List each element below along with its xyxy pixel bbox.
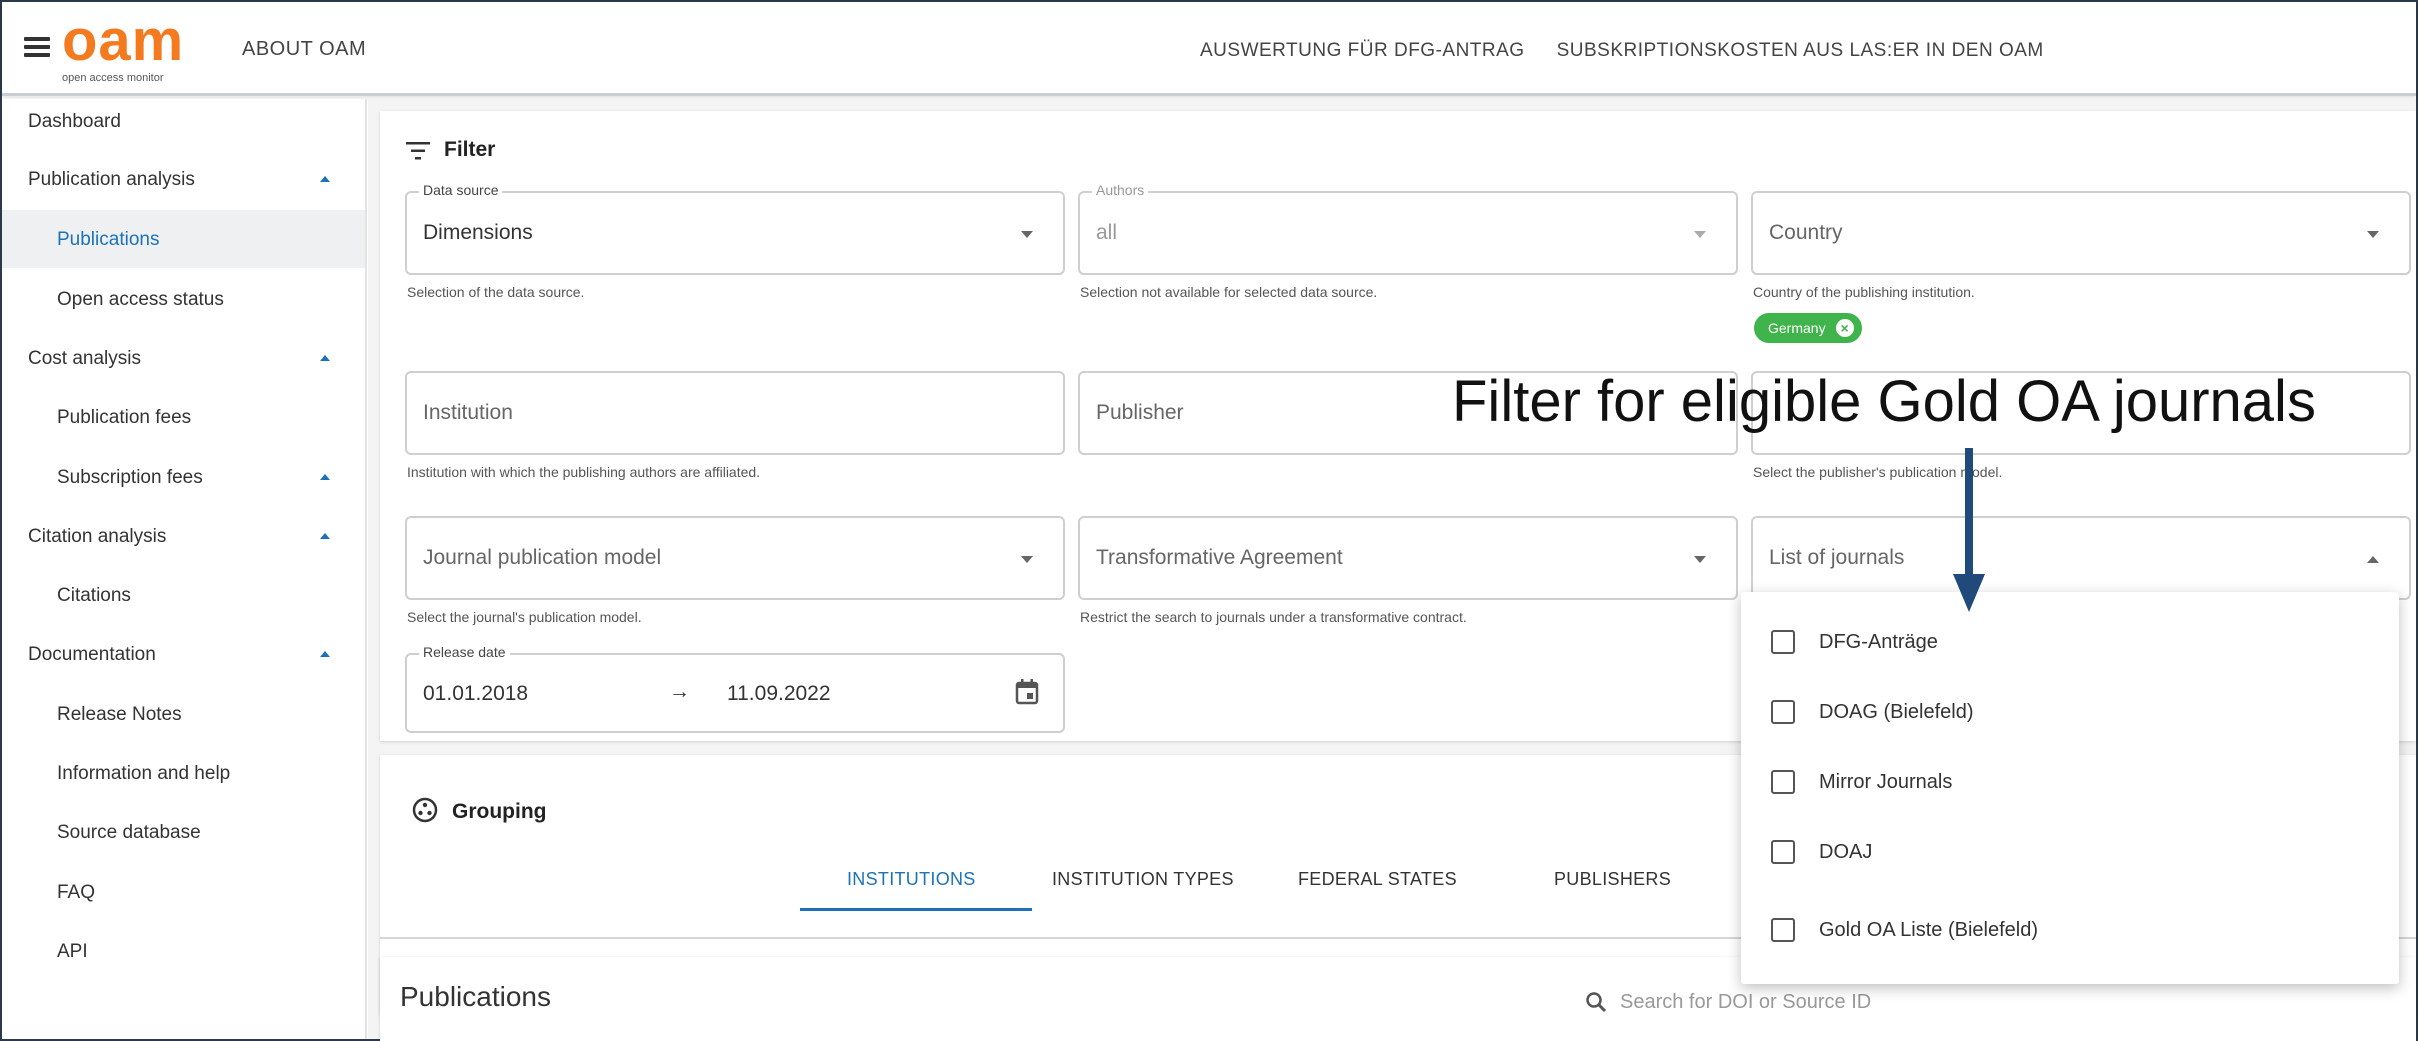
- dropdown-arrow-icon: [1694, 556, 1706, 563]
- country-placeholder: Country: [1769, 221, 1843, 244]
- tab-federal-states[interactable]: FEDERAL STATES: [1298, 869, 1457, 890]
- institution-placeholder: Institution: [423, 401, 513, 424]
- option-label: DFG-Anträge: [1819, 630, 1938, 653]
- sidebar-item-publication-analysis[interactable]: Publication analysis: [28, 169, 195, 191]
- publisher-placeholder: Publisher: [1096, 401, 1184, 424]
- search-input[interactable]: Search for DOI or Source ID: [1620, 991, 1871, 1014]
- journals-dropdown: DFG-Anträge DOAG (Bielefeld) Mirror Jour…: [1741, 592, 2399, 984]
- top-bar: oam open access monitor ABOUT OAM AUSWER…: [2, 2, 2416, 96]
- sidebar-item-open-access-status[interactable]: Open access status: [57, 289, 224, 311]
- authors-legend: Authors: [1092, 182, 1149, 198]
- checkbox[interactable]: [1771, 770, 1795, 794]
- tab-institutions[interactable]: INSTITUTIONS: [847, 869, 976, 890]
- top-nav: AUSWERTUNG FÜR DFG-ANTRAG SUBSKRIPTIONSK…: [1200, 40, 2044, 62]
- search-icon: [1586, 992, 1607, 1013]
- publications-title: Publications: [400, 981, 551, 1012]
- country-hint: Country of the publishing institution.: [1753, 284, 1975, 300]
- date-range-arrow-icon: →: [669, 680, 690, 703]
- dropdown-arrow-icon: [1021, 556, 1033, 563]
- calendar-icon[interactable]: [1015, 679, 1039, 705]
- list-of-journals-select[interactable]: List of journals: [1751, 516, 2411, 600]
- tab-institution-types[interactable]: INSTITUTION TYPES: [1052, 869, 1234, 890]
- journal-model-hint: Select the journal's publication model.: [407, 609, 642, 625]
- nav-subscription-costs[interactable]: SUBSKRIPTIONSKOSTEN AUS LAS:ER IN DEN OA…: [1557, 40, 2044, 62]
- sidebar-item-publications[interactable]: Publications: [57, 229, 159, 251]
- sidebar-item-publication-fees[interactable]: Publication fees: [57, 407, 191, 429]
- dropdown-arrow-icon: [2367, 231, 2379, 238]
- journal-option[interactable]: DOAJ: [1771, 832, 1872, 872]
- chevron-up-icon[interactable]: [320, 474, 330, 480]
- data-source-hint: Selection of the data source.: [407, 284, 585, 300]
- sidebar-item-citation-analysis[interactable]: Citation analysis: [28, 526, 166, 548]
- sidebar-item-dashboard[interactable]: Dashboard: [28, 111, 121, 133]
- grouping-title: Grouping: [452, 800, 547, 823]
- dropdown-arrow-up-icon: [2367, 556, 2379, 563]
- country-select[interactable]: Country: [1751, 191, 2411, 275]
- authors-value: all: [1096, 221, 1118, 244]
- sidebar-item-cost-analysis[interactable]: Cost analysis: [28, 348, 141, 370]
- sidebar-item-faq[interactable]: FAQ: [57, 882, 95, 904]
- hamburger-icon[interactable]: [24, 37, 50, 57]
- sidebar-item-citations[interactable]: Citations: [57, 585, 131, 607]
- sidebar-item-subscription-fees[interactable]: Subscription fees: [57, 467, 203, 489]
- tab-publishers[interactable]: PUBLISHERS: [1554, 869, 1671, 890]
- country-chip-germany[interactable]: Germany ×: [1754, 313, 1862, 343]
- journal-option[interactable]: DOAG (Bielefeld): [1771, 692, 1974, 732]
- chevron-up-icon[interactable]: [320, 651, 330, 657]
- checkbox[interactable]: [1771, 918, 1795, 942]
- transformative-agreement-select[interactable]: Transformative Agreement: [1078, 516, 1738, 600]
- dropdown-arrow-icon: [1021, 231, 1033, 238]
- journal-option[interactable]: Gold OA Liste (Bielefeld): [1771, 910, 2038, 950]
- journal-option[interactable]: Mirror Journals: [1771, 762, 1952, 802]
- list-of-journals-placeholder: List of journals: [1769, 546, 1905, 569]
- authors-select[interactable]: Authors all: [1078, 182, 1738, 275]
- release-date-to[interactable]: 11.09.2022: [727, 682, 831, 706]
- data-source-select[interactable]: Data source Dimensions: [405, 182, 1065, 275]
- option-label: Gold OA Liste (Bielefeld): [1819, 918, 2038, 941]
- grouping-icon: [412, 797, 438, 823]
- chevron-up-icon[interactable]: [320, 533, 330, 539]
- transformative-hint: Restrict the search to journals under a …: [1080, 609, 1467, 625]
- data-source-value: Dimensions: [423, 221, 533, 244]
- active-tab-underline: [800, 908, 1032, 911]
- data-source-legend: Data source: [419, 182, 503, 198]
- release-date-range[interactable]: Release date 01.01.2018 → 11.09.2022: [405, 644, 1065, 733]
- chip-label: Germany: [1768, 320, 1826, 336]
- logo-text: oam: [62, 8, 185, 73]
- dropdown-arrow-icon: [1694, 231, 1706, 238]
- chevron-up-icon[interactable]: [320, 176, 330, 182]
- release-date-legend: Release date: [419, 644, 510, 660]
- journal-option[interactable]: DFG-Anträge: [1771, 622, 1938, 662]
- journal-model-select[interactable]: Journal publication model: [405, 516, 1065, 600]
- filter-title: Filter: [444, 138, 496, 161]
- oam-logo[interactable]: oam open access monitor: [62, 8, 222, 85]
- option-label: DOAG (Bielefeld): [1819, 700, 1974, 723]
- checkbox[interactable]: [1771, 630, 1795, 654]
- annotation-arrow-shaft: [1965, 448, 1973, 580]
- sidebar-item-documentation[interactable]: Documentation: [28, 644, 156, 666]
- checkbox[interactable]: [1771, 700, 1795, 724]
- release-date-from[interactable]: 01.01.2018: [423, 682, 528, 706]
- sidebar-item-information-help[interactable]: Information and help: [57, 763, 230, 785]
- option-label: Mirror Journals: [1819, 770, 1953, 793]
- institution-hint: Institution with which the publishing au…: [407, 464, 761, 480]
- arrow-down-icon: [1953, 574, 1985, 612]
- checkbox[interactable]: [1771, 840, 1795, 864]
- sidebar-item-api[interactable]: API: [57, 941, 88, 963]
- filter-icon: [406, 142, 430, 160]
- logo-subtitle: open access monitor: [62, 72, 164, 84]
- institution-input[interactable]: Institution: [405, 371, 1065, 455]
- transformative-placeholder: Transformative Agreement: [1096, 546, 1343, 569]
- remove-chip-icon[interactable]: ×: [1835, 319, 1854, 337]
- annotation-text: Filter for eligible Gold OA journals: [1452, 369, 2316, 434]
- option-label: DOAJ: [1819, 840, 1873, 863]
- about-oam-link[interactable]: ABOUT OAM: [242, 38, 366, 61]
- chevron-up-icon[interactable]: [320, 355, 330, 361]
- nav-dfg-evaluation[interactable]: AUSWERTUNG FÜR DFG-ANTRAG: [1200, 40, 1525, 62]
- journal-model-placeholder: Journal publication model: [423, 546, 662, 569]
- sidebar-item-source-database[interactable]: Source database: [57, 822, 201, 844]
- authors-hint: Selection not available for selected dat…: [1080, 284, 1378, 300]
- sidebar: Dashboard Publication analysis Publicati…: [2, 99, 367, 1039]
- sidebar-item-release-notes[interactable]: Release Notes: [57, 704, 182, 726]
